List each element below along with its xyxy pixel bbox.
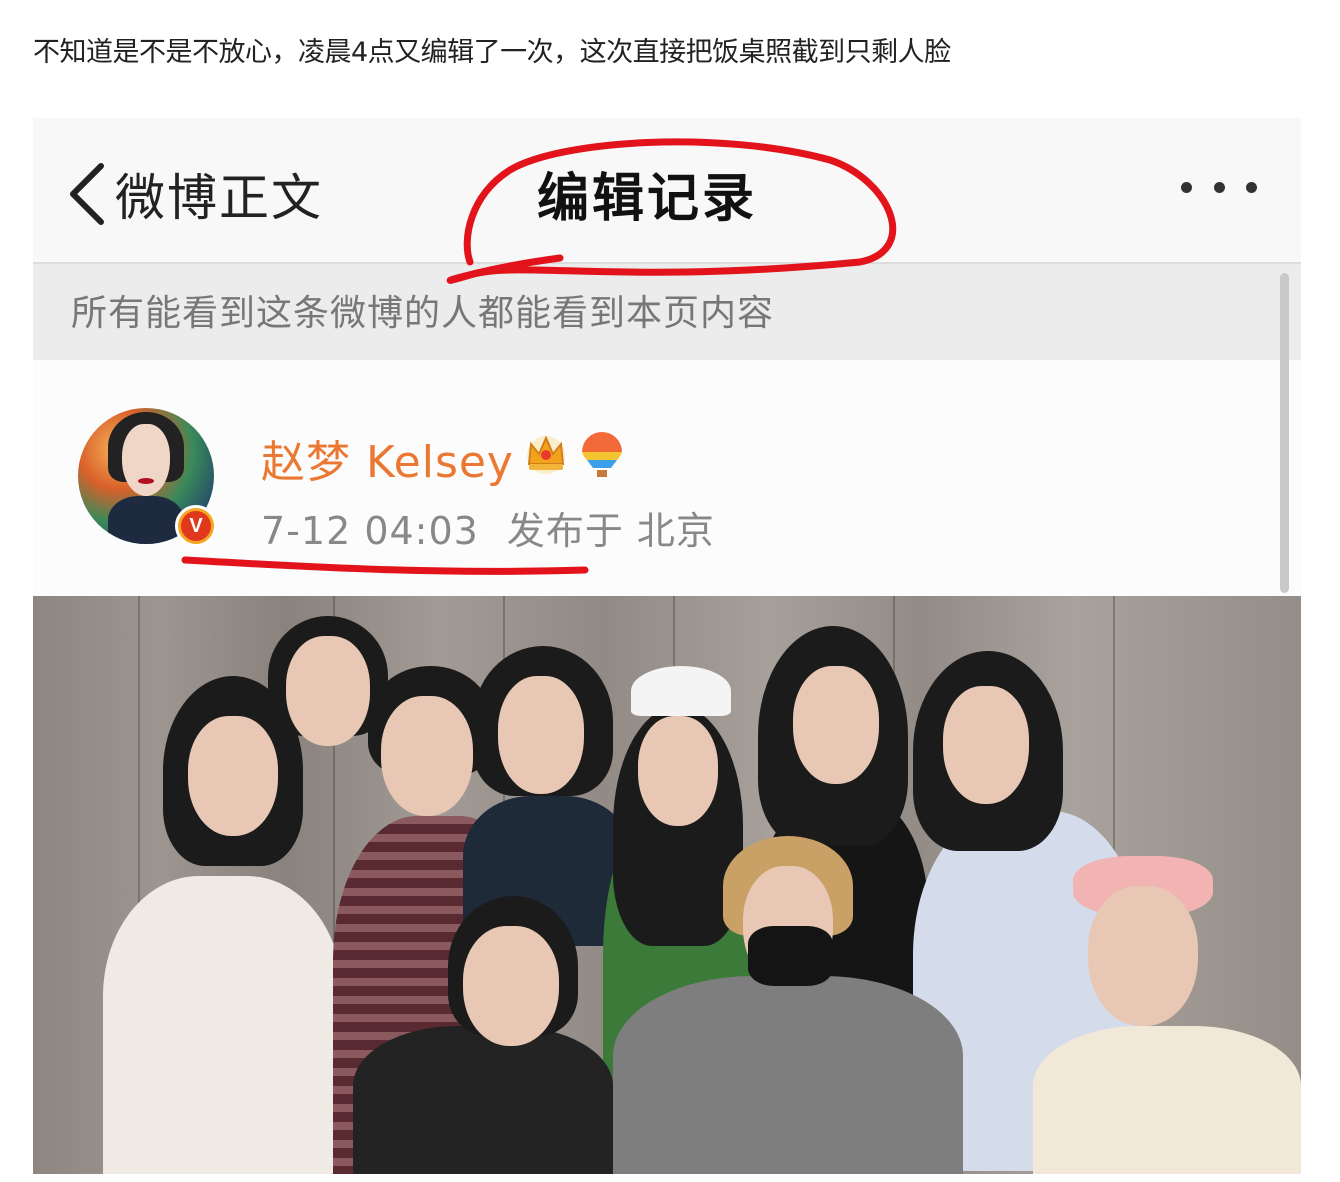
person-figure [333,896,633,1174]
notice-text: 所有能看到这条微博的人都能看到本页内容 [71,293,775,334]
username[interactable]: 赵梦 Kelsey [261,426,514,490]
person-figure [1033,856,1301,1174]
post-timestamp: 7-12 04:03 [261,509,479,553]
chevron-left-icon [70,163,104,225]
more-dots-icon[interactable] [1181,176,1257,198]
back-label: 微博正文 [115,169,323,227]
visibility-notice: 所有能看到这条微博的人都能看到本页内容 [33,262,1301,362]
group-photo[interactable] [33,596,1301,1174]
back-button[interactable]: 微博正文 [67,158,323,230]
navbar: 微博正文 编辑记录 [33,118,1301,262]
scrollbar[interactable] [1280,273,1289,593]
post-header: V 赵梦 Kelsey 7-12 04:03 发布于 北京 [33,360,1301,596]
article-caption: 不知道是不是不放心，凌晨4点又编辑了一次，这次直接把饭桌照截到只剩人脸 [33,37,951,68]
crown-icon [527,435,565,474]
post-meta: 7-12 04:03 发布于 北京 [261,500,715,555]
rainbow-balloon-icon [582,432,622,477]
person-figure [613,836,963,1174]
verified-badge-icon: V [175,505,217,547]
post-location: 发布于 北京 [506,509,715,553]
weibo-screenshot: 微博正文 编辑记录 所有能看到这条微博的人都能看到本页内容 V 赵梦 Kelse… [33,118,1301,1174]
page-title: 编辑记录 [537,169,758,229]
